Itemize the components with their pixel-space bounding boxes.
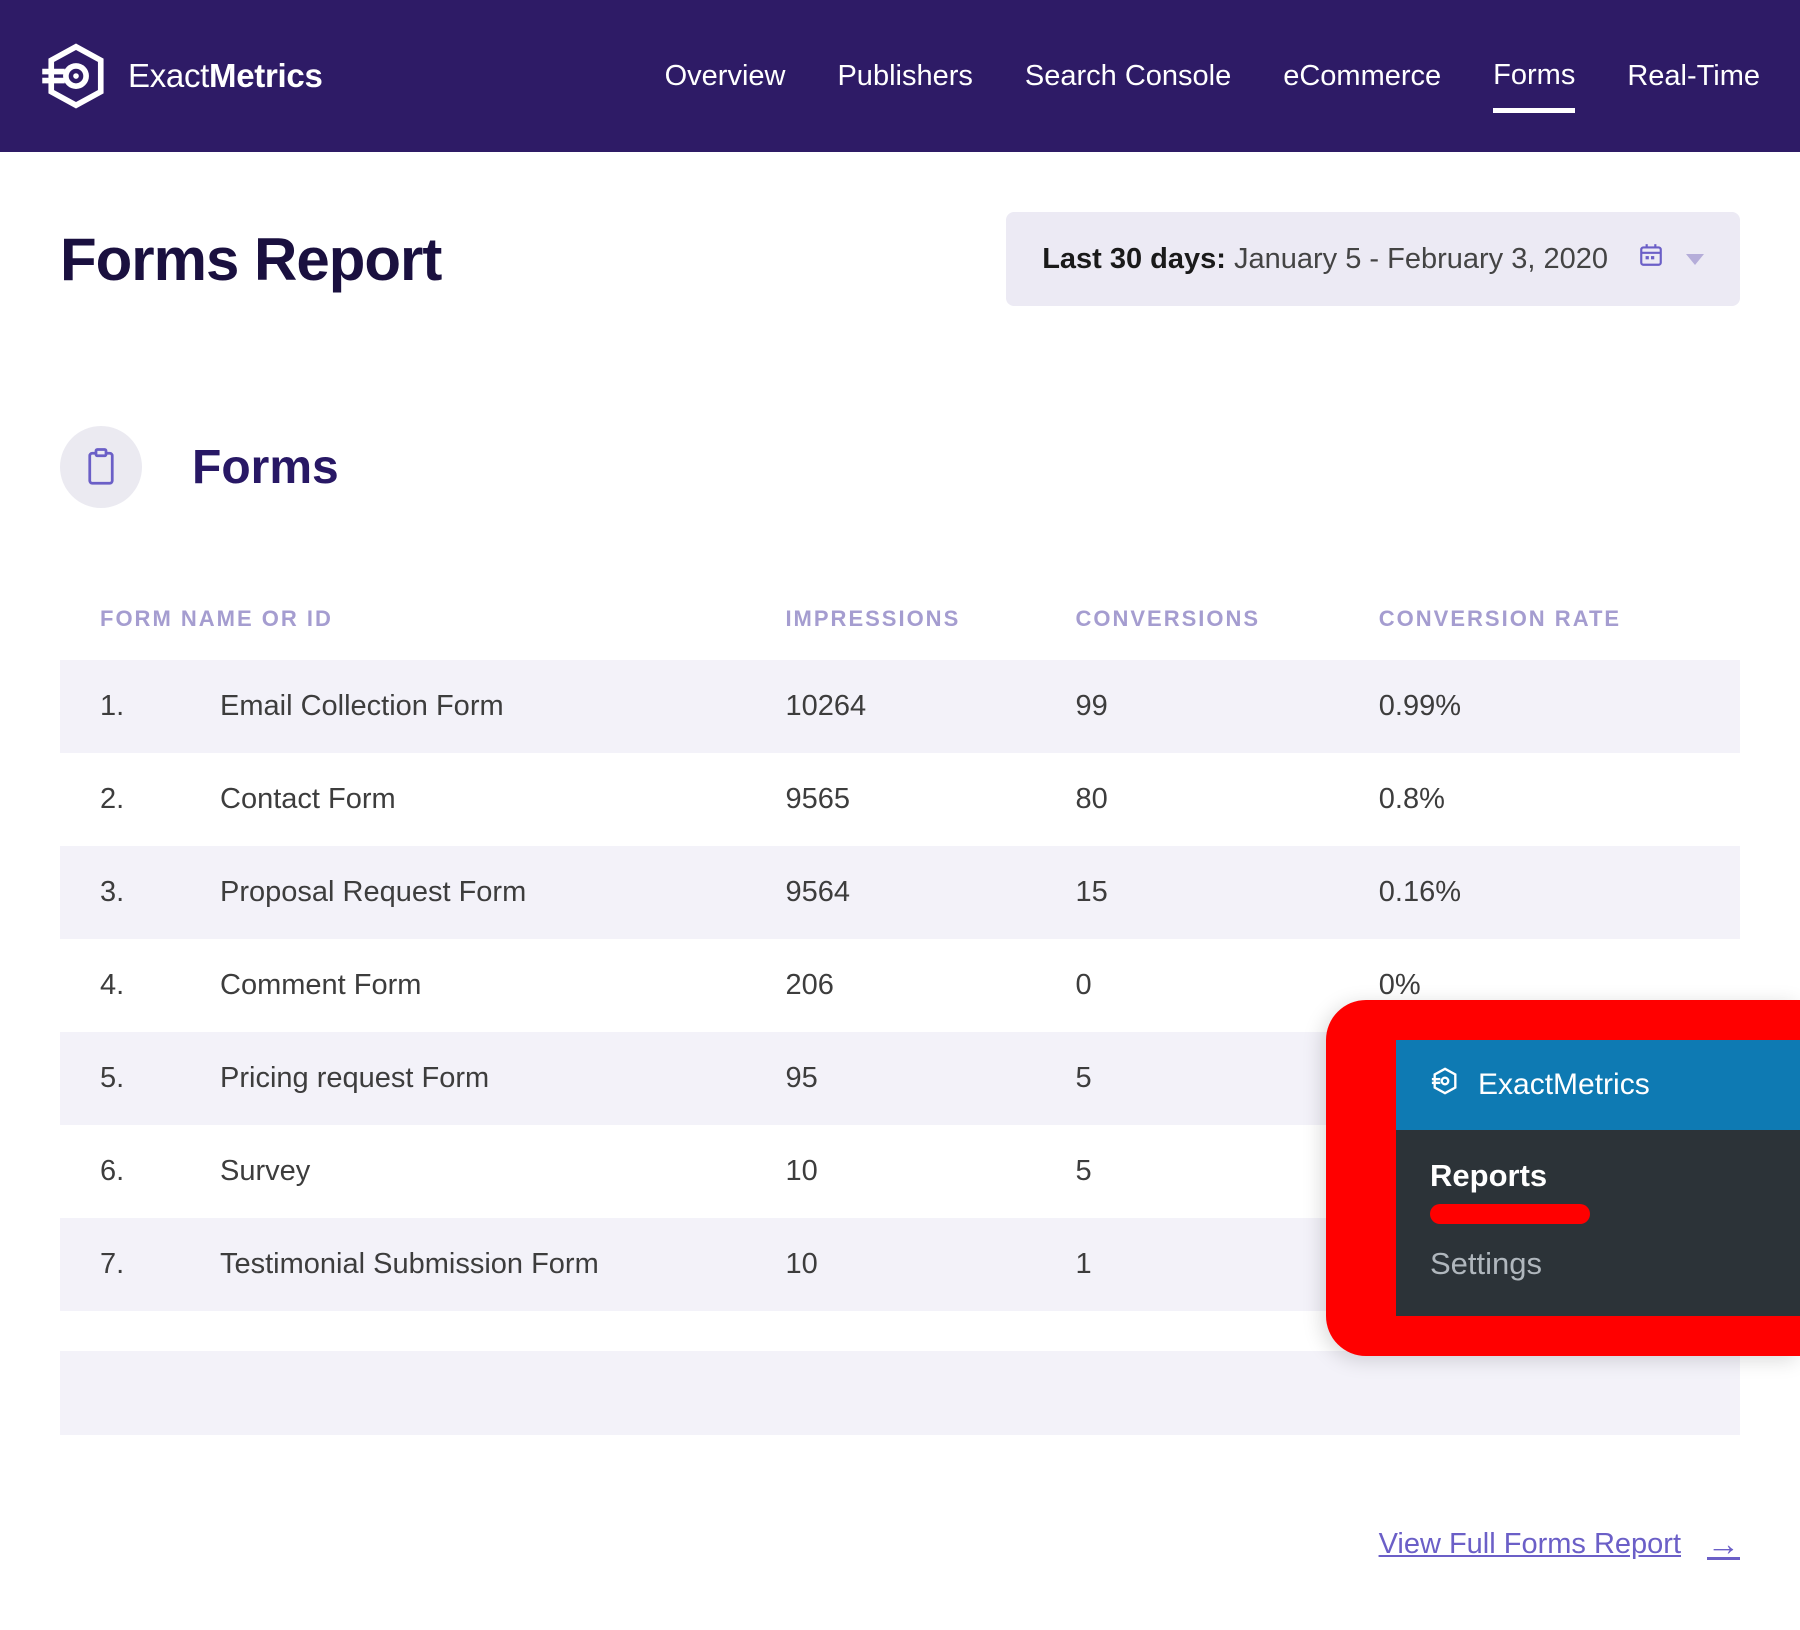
- table-row: 3.Proposal Request Form9564150.16%: [60, 846, 1740, 939]
- admin-menu-brand[interactable]: ExactMetrics: [1396, 1040, 1800, 1130]
- row-conversions: 5: [1056, 1125, 1359, 1218]
- row-rate: 0.16%: [1359, 846, 1740, 939]
- row-index: 4.: [60, 939, 200, 1032]
- row-index: 5.: [60, 1032, 200, 1125]
- row-name: Survey: [200, 1125, 765, 1218]
- chevron-down-icon: [1686, 254, 1704, 265]
- brand-logo[interactable]: ExactMetrics: [40, 40, 323, 112]
- row-impressions: 9565: [765, 753, 1055, 846]
- nav-realtime[interactable]: Real-Time: [1627, 60, 1760, 113]
- admin-menu-settings[interactable]: Settings: [1430, 1246, 1766, 1282]
- nav-publishers[interactable]: Publishers: [837, 60, 972, 113]
- table-row: 2.Contact Form9565800.8%: [60, 753, 1740, 846]
- top-navbar: ExactMetrics Overview Publishers Search …: [0, 0, 1800, 152]
- nav-search-console[interactable]: Search Console: [1025, 60, 1231, 113]
- row-conversions: 0: [1056, 939, 1359, 1032]
- row-impressions: 206: [765, 939, 1055, 1032]
- table-row: 1.Email Collection Form10264990.99%: [60, 660, 1740, 753]
- row-name: Pricing request Form: [200, 1032, 765, 1125]
- clipboard-icon: [60, 426, 142, 508]
- calendar-icon: [1638, 242, 1664, 276]
- nav-overview[interactable]: Overview: [665, 60, 786, 113]
- view-full-report-link[interactable]: View Full Forms Report →: [1379, 1525, 1740, 1563]
- date-range-picker[interactable]: Last 30 days: January 5 - February 3, 20…: [1006, 212, 1740, 306]
- date-range-text: Last 30 days: January 5 - February 3, 20…: [1042, 243, 1608, 276]
- footer-link-row: View Full Forms Report →: [0, 1435, 1800, 1563]
- admin-brand-label: ExactMetrics: [1478, 1068, 1650, 1102]
- table-footer-bar: [60, 1351, 1740, 1435]
- exactmetrics-small-icon: [1430, 1066, 1460, 1104]
- admin-menu: ExactMetrics Reports Settings: [1396, 1040, 1800, 1316]
- page-header: Forms Report Last 30 days: January 5 - F…: [60, 212, 1740, 306]
- row-impressions: 10: [765, 1125, 1055, 1218]
- admin-menu-reports[interactable]: Reports: [1430, 1158, 1766, 1194]
- highlight-marker: [1430, 1204, 1590, 1224]
- row-conversions: 5: [1056, 1032, 1359, 1125]
- row-impressions: 10: [765, 1218, 1055, 1311]
- row-index: 6.: [60, 1125, 200, 1218]
- row-conversions: 99: [1056, 660, 1359, 753]
- row-index: 2.: [60, 753, 200, 846]
- row-rate: 0.99%: [1359, 660, 1740, 753]
- row-impressions: 10264: [765, 660, 1055, 753]
- row-conversions: 15: [1056, 846, 1359, 939]
- nav-ecommerce[interactable]: eCommerce: [1283, 60, 1441, 113]
- row-name: Comment Form: [200, 939, 765, 1032]
- brand-name: ExactMetrics: [128, 57, 323, 95]
- row-impressions: 95: [765, 1032, 1055, 1125]
- admin-menu-overlay: ExactMetrics Reports Settings: [1326, 1000, 1800, 1356]
- section-title: Forms: [192, 440, 339, 495]
- row-impressions: 9564: [765, 846, 1055, 939]
- col-rate: Conversion Rate: [1359, 588, 1740, 660]
- col-impressions: Impressions: [765, 588, 1055, 660]
- row-index: 1.: [60, 660, 200, 753]
- row-conversions: 1: [1056, 1218, 1359, 1311]
- nav-forms[interactable]: Forms: [1493, 59, 1575, 113]
- table-header-row: Form Name or ID Impressions Conversions …: [60, 588, 1740, 660]
- arrow-right-icon: →: [1707, 1525, 1740, 1563]
- row-index: 7.: [60, 1218, 200, 1311]
- col-conversions: Conversions: [1056, 588, 1359, 660]
- nav-links: Overview Publishers Search Console eComm…: [665, 49, 1760, 103]
- row-name: Testimonial Submission Form: [200, 1218, 765, 1311]
- section-heading: Forms: [60, 426, 1740, 508]
- exactmetrics-logo-icon: [40, 40, 112, 112]
- row-index: 3.: [60, 846, 200, 939]
- row-name: Proposal Request Form: [200, 846, 765, 939]
- row-rate: 0.8%: [1359, 753, 1740, 846]
- page-title: Forms Report: [60, 225, 441, 294]
- row-name: Email Collection Form: [200, 660, 765, 753]
- row-name: Contact Form: [200, 753, 765, 846]
- row-conversions: 80: [1056, 753, 1359, 846]
- col-form-name: Form Name or ID: [60, 588, 765, 660]
